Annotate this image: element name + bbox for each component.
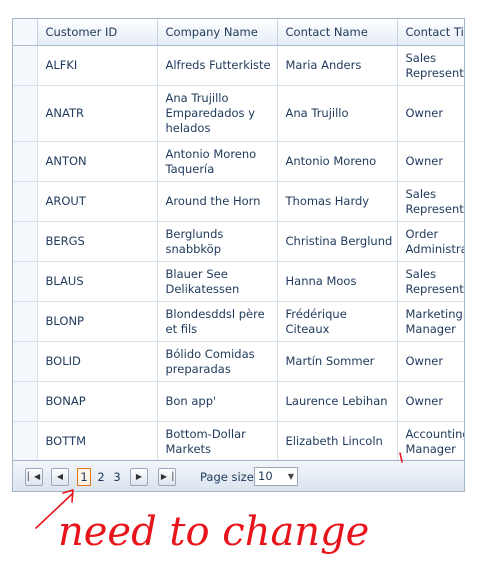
annotation-text: need to change [58,509,369,555]
annotation-tick-mark [399,452,403,463]
handwritten-annotation: need to change [35,452,403,555]
